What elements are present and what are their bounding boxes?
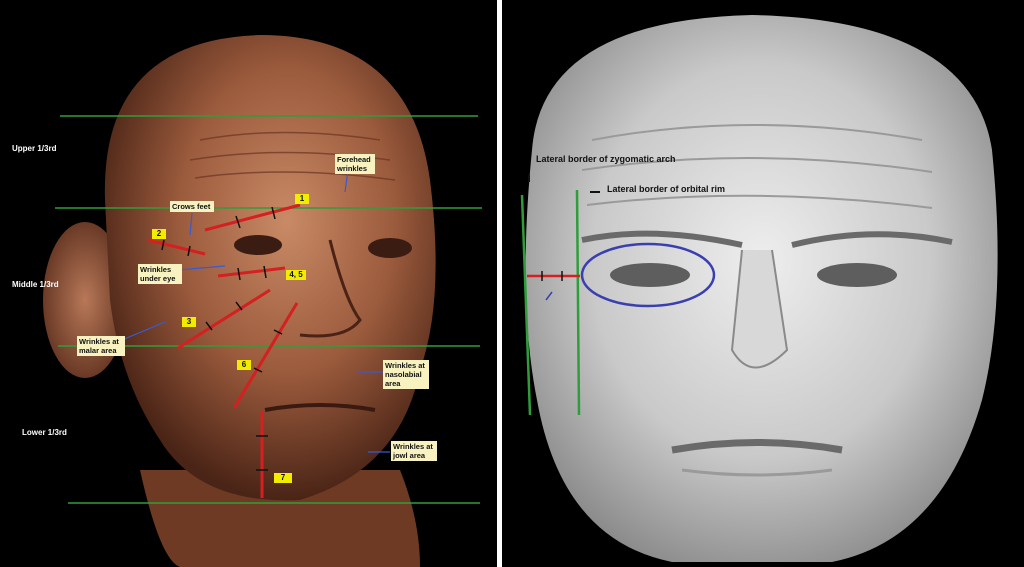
label-crows-feet: Crows feet: [170, 201, 214, 212]
left-face-panel: Upper 1/3rd Middle 1/3rd Lower 1/3rd For…: [0, 0, 497, 567]
zone-label-lower: Lower 1/3rd: [22, 428, 67, 437]
number-label-7: 7: [274, 473, 292, 483]
right-face-panel: Lateral border of zygomatic arch Lateral…: [502, 0, 1024, 567]
label-wrinkles-under-eye: Wrinkles under eye: [138, 264, 182, 284]
label-wrinkles-jowl: Wrinkles at jowl area: [391, 441, 437, 461]
number-label-1: 1: [295, 194, 309, 204]
number-label-4-5: 4, 5: [286, 270, 306, 280]
number-label-2: 2: [152, 229, 166, 239]
right-eye-shape: [368, 238, 412, 258]
label-zygomatic-arch: Lateral border of zygomatic arch: [536, 154, 676, 164]
zone-label-middle: Middle 1/3rd: [12, 280, 59, 289]
label-forehead-wrinkles: Forehead wrinkles: [335, 154, 375, 174]
sculpture-left-eye: [610, 263, 690, 287]
right-face-sculpture: [520, 15, 998, 562]
left-eye-shape: [234, 235, 282, 255]
label-wrinkles-malar: Wrinkles at malar area: [77, 336, 125, 356]
zone-label-upper: Upper 1/3rd: [12, 144, 57, 153]
label-orbital-rim: Lateral border of orbital rim: [607, 184, 726, 194]
number-label-3: 3: [182, 317, 196, 327]
sculpture-right-eye: [817, 263, 897, 287]
left-face-illustration: [43, 35, 482, 567]
number-label-6: 6: [237, 360, 251, 370]
label-wrinkles-nasolabial: Wrinkles at nasolabial area: [383, 360, 429, 389]
